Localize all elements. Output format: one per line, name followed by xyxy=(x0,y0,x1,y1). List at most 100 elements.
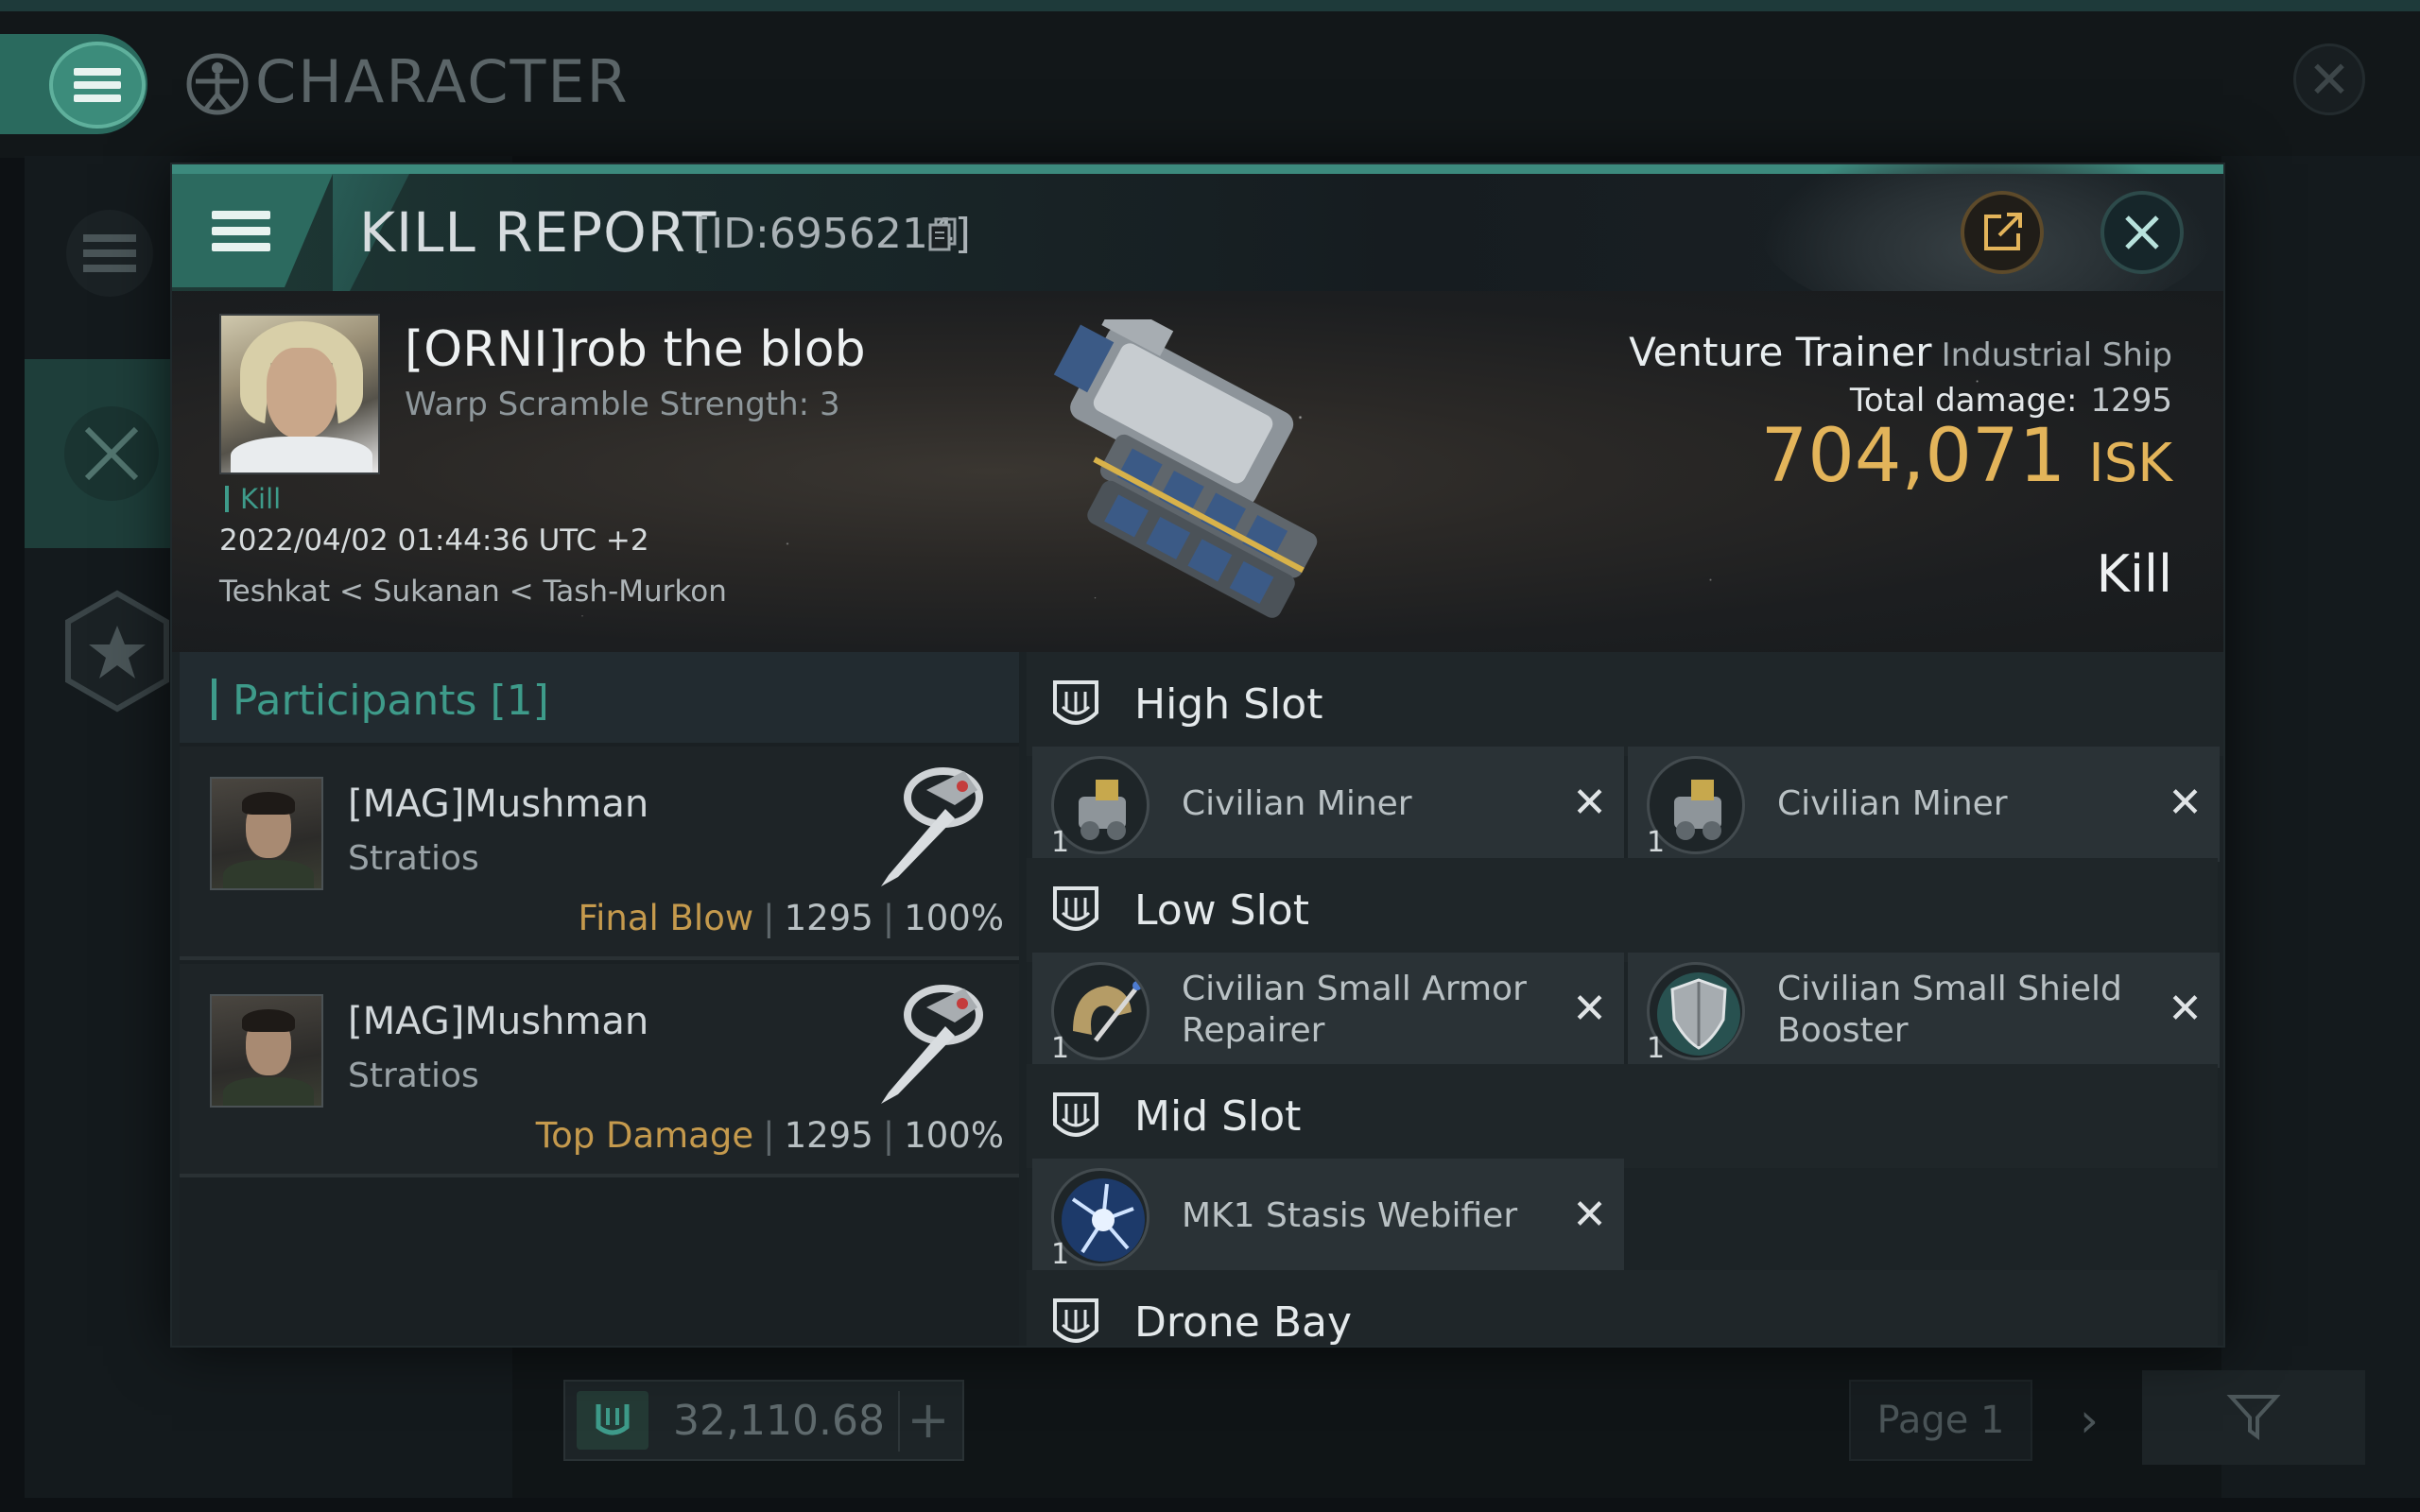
participant-ship-image[interactable] xyxy=(860,970,993,1111)
slot-shield-icon xyxy=(1053,1092,1098,1137)
wallet-widget: 32,110.68 + xyxy=(563,1380,964,1461)
list-menu-icon xyxy=(66,210,153,297)
character-right-panel xyxy=(2221,156,2420,1498)
module-name[interactable]: MK1 Stasis Webifier xyxy=(1182,1159,1541,1274)
participant-damage: 1295 xyxy=(784,1115,873,1156)
chevron-right-icon: › xyxy=(2080,1393,2099,1448)
module-quantity: 1 xyxy=(1051,1238,1070,1271)
module-item[interactable]: 1 Civilian Miner ✕ xyxy=(1032,747,1624,862)
filter-button[interactable] xyxy=(2142,1370,2365,1465)
module-item[interactable]: 1 Civilian Small Armor Repairer ✕ xyxy=(1032,953,1624,1068)
high-slot-header: High Slot xyxy=(1027,652,2223,756)
external-link-icon xyxy=(1984,213,2022,250)
participant-percent: 100% xyxy=(904,1115,1004,1156)
mid-slot-header: Mid Slot xyxy=(1027,1064,2218,1168)
participant-portrait[interactable] xyxy=(210,994,323,1108)
high-slot-label: High Slot xyxy=(1134,680,1323,729)
page-indicator: Page 1 xyxy=(1849,1380,2032,1461)
module-item[interactable]: 1 Civilian Miner ✕ xyxy=(1628,747,2220,862)
close-icon: ✕ xyxy=(2308,49,2351,110)
add-funds-button[interactable]: + xyxy=(898,1391,957,1452)
victim-subtitle: Warp Scramble Strength: 3 xyxy=(405,386,840,423)
hamburger-icon xyxy=(212,203,270,259)
module-name[interactable]: Civilian Small Shield Booster xyxy=(1777,953,2136,1068)
destroyed-x-icon: ✕ xyxy=(2168,985,2203,1033)
top-accent-line xyxy=(0,0,2420,11)
ship-name[interactable]: Venture Trainer xyxy=(1629,329,1931,375)
sidebar-item-medals[interactable] xyxy=(25,558,176,747)
module-quantity: 1 xyxy=(1051,826,1070,859)
victim-name[interactable]: [ORNI]rob the blob xyxy=(405,321,866,378)
sidebar-item-combat[interactable] xyxy=(25,359,176,548)
participants-header[interactable]: Participants [1] xyxy=(180,652,1019,743)
close-icon xyxy=(2125,215,2159,249)
kill-report-menu-icon-wrap[interactable] xyxy=(172,174,333,287)
low-slot-header: Low Slot xyxy=(1027,858,2218,962)
vitruvian-character-icon xyxy=(186,53,249,115)
participant-ship[interactable]: Stratios xyxy=(348,1057,479,1095)
participant-stats: Final Blow | 1295 | 100% xyxy=(578,898,1005,938)
participants-title: Participants [1] xyxy=(233,677,549,725)
slot-shield-icon xyxy=(1053,886,1098,931)
kill-summary: [ORNI]rob the blob Warp Scramble Strengt… xyxy=(172,291,2223,652)
kill-report-title: KILL REPORT xyxy=(359,200,717,265)
participant-row[interactable]: [MAG]Mushman Stratios Top Damage | 1295 | 10… xyxy=(180,964,1019,1177)
kill-report-close-button[interactable] xyxy=(2100,191,2184,274)
isk-currency: ISK xyxy=(2088,433,2172,494)
open-external-button[interactable] xyxy=(1961,191,2044,274)
drone-bay-label: Drone Bay xyxy=(1134,1298,1353,1346)
participants-accent xyxy=(212,679,216,720)
ship-class: Industrial Ship xyxy=(1941,336,2172,374)
wallet-icon xyxy=(577,1391,648,1450)
participants-panel: Participants [1] [MAG]Mushman Stratios F… xyxy=(180,652,1019,1346)
victim-portrait[interactable] xyxy=(219,314,380,474)
destroyed-x-icon: ✕ xyxy=(1572,1191,1607,1239)
participant-tag: Final Blow xyxy=(578,898,754,938)
module-name[interactable]: Civilian Small Armor Repairer xyxy=(1182,953,1541,1068)
participant-stats: Top Damage | 1295 | 100% xyxy=(535,1115,1004,1156)
destroyed-x-icon: ✕ xyxy=(1572,985,1607,1033)
module-item[interactable]: 1 MK1 Stasis Webifier ✕ xyxy=(1032,1159,1624,1274)
star-medal-icon xyxy=(65,590,169,713)
character-close-button[interactable]: ✕ xyxy=(2293,43,2365,115)
drone-bay-header: Drone Bay xyxy=(1027,1270,2218,1346)
ship-name-line: Venture Trainer Industrial Ship xyxy=(1629,329,2172,375)
copy-icon[interactable] xyxy=(928,217,957,251)
crossed-swords-icon xyxy=(64,406,159,501)
next-page-button[interactable]: › xyxy=(2061,1387,2118,1453)
module-item[interactable]: 1 Civilian Small Shield Booster ✕ xyxy=(1628,953,2220,1068)
kill-type-tag: Kill xyxy=(225,486,281,513)
mid-slot-label: Mid Slot xyxy=(1134,1092,1302,1141)
filter-icon xyxy=(2226,1395,2281,1440)
participant-ship-image[interactable] xyxy=(860,752,993,894)
participant-percent: 100% xyxy=(904,898,1004,938)
participant-name[interactable]: [MAG]Mushman xyxy=(348,782,648,826)
low-slot-label: Low Slot xyxy=(1134,886,1309,935)
participant-ship[interactable]: Stratios xyxy=(348,839,479,878)
participant-row[interactable]: [MAG]Mushman Stratios Final Blow | 1295 | 10… xyxy=(180,747,1019,960)
participant-damage: 1295 xyxy=(784,898,873,938)
module-quantity: 1 xyxy=(1051,1032,1070,1065)
destroyed-x-icon: ✕ xyxy=(1572,779,1607,827)
slot-shield-icon xyxy=(1053,1298,1098,1343)
participant-name[interactable]: [MAG]Mushman xyxy=(348,1000,648,1043)
wallet-balance: 32,110.68 xyxy=(673,1397,885,1445)
victim-ship-image[interactable] xyxy=(985,319,1401,631)
kill-location[interactable]: Teshkat < Sukanan < Tash-Murkon xyxy=(219,575,727,609)
module-name[interactable]: Civilian Miner xyxy=(1182,747,1541,862)
isk-amount: 704,071 xyxy=(1760,414,2066,499)
kill-datetime: 2022/04/02 01:44:36 UTC +2 xyxy=(219,524,649,558)
slot-shield-icon xyxy=(1053,680,1098,725)
module-name[interactable]: Civilian Miner xyxy=(1777,747,2136,862)
participant-portrait[interactable] xyxy=(210,777,323,890)
module-quantity: 1 xyxy=(1647,1032,1666,1065)
module-quantity: 1 xyxy=(1647,826,1666,859)
isk-value: 704,071 ISK xyxy=(1761,414,2172,499)
kill-result-label: Kill xyxy=(2096,544,2172,604)
participant-tag: Top Damage xyxy=(535,1115,754,1156)
sidebar-item-menu[interactable] xyxy=(25,161,176,350)
main-menu-button[interactable] xyxy=(49,42,146,129)
destroyed-x-icon: ✕ xyxy=(2168,779,2203,827)
hamburger-icon xyxy=(74,62,121,108)
character-window-title: CHARACTER xyxy=(255,47,630,116)
